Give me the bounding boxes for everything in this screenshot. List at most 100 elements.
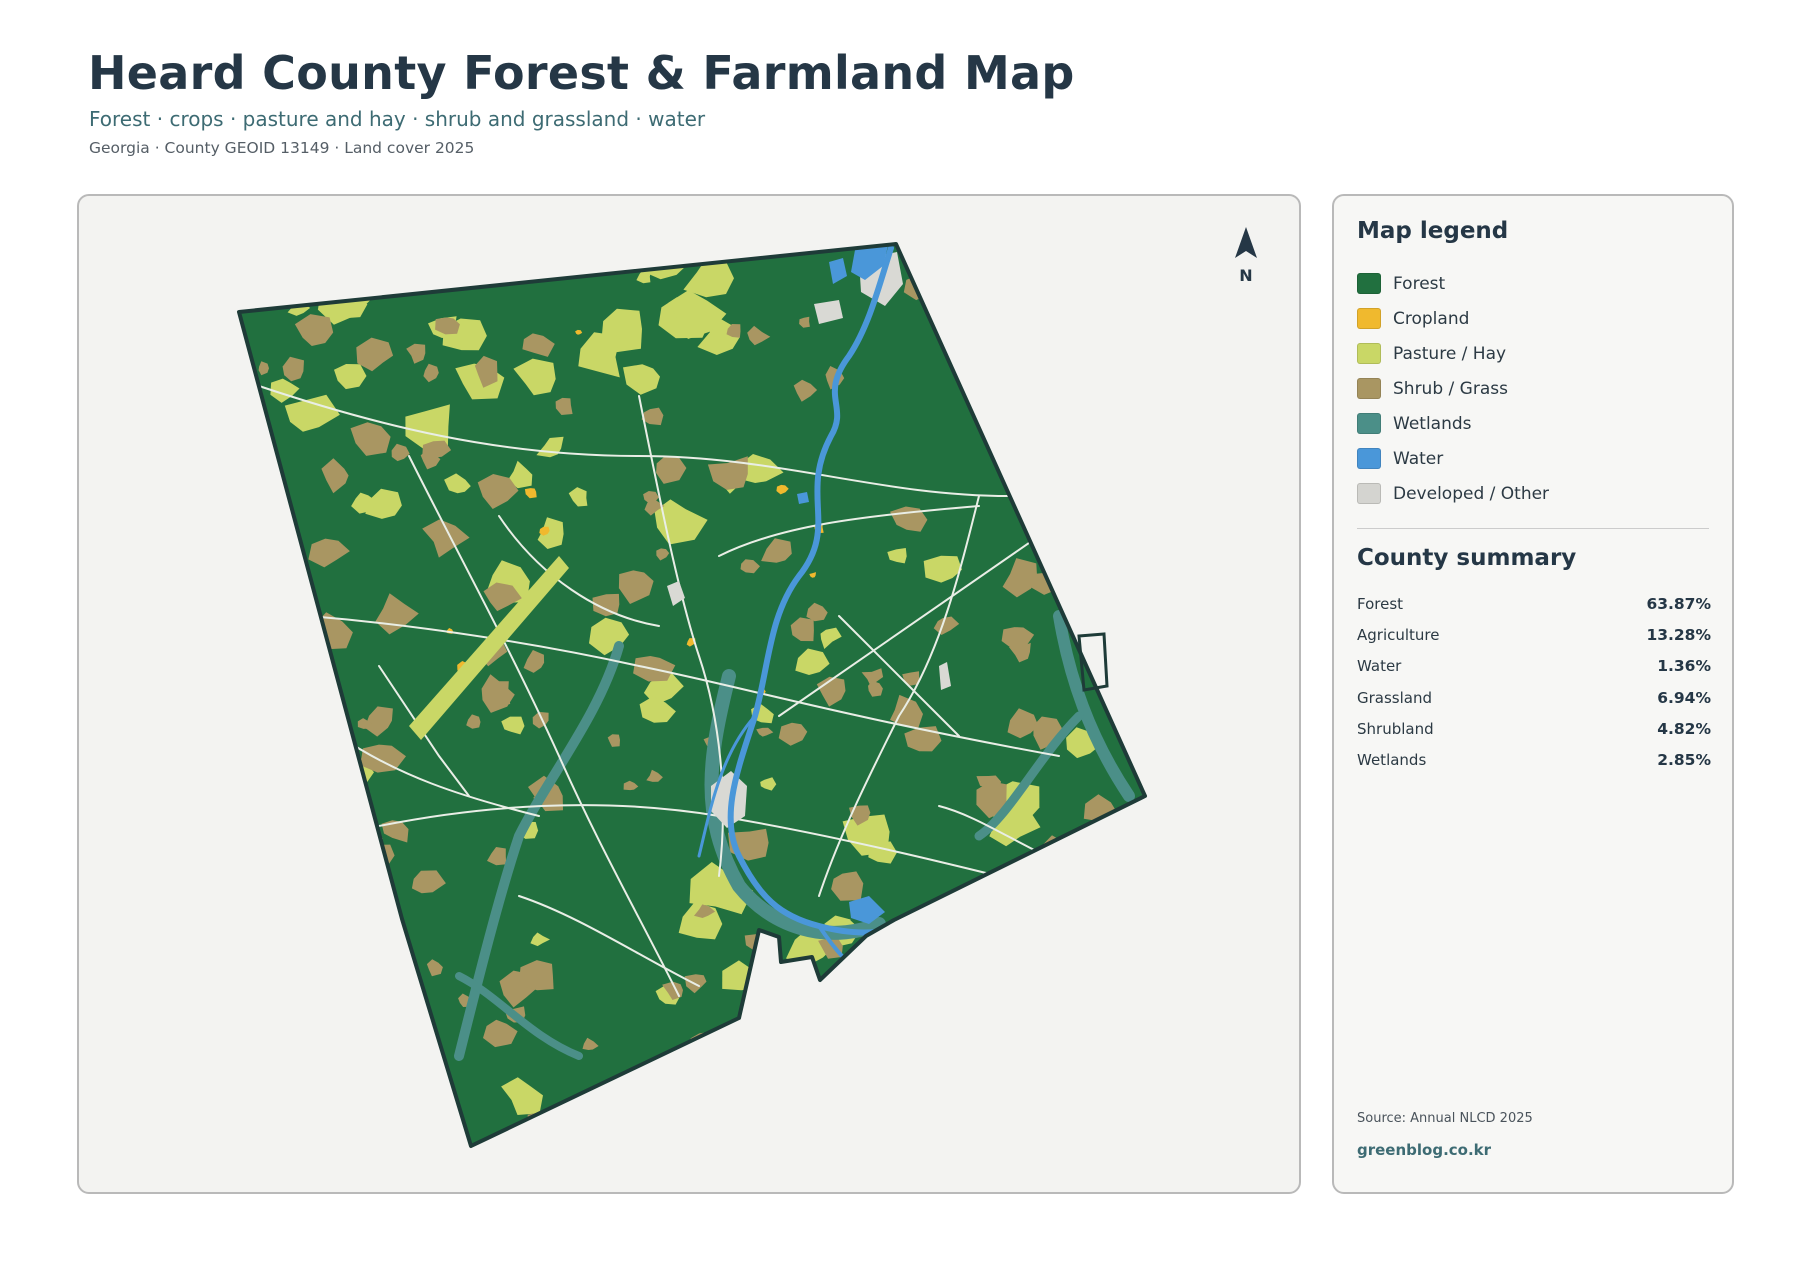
shrub-patch — [267, 556, 291, 572]
shrub-patch — [263, 748, 302, 781]
summary-list: Forest 63.87% Agriculture 13.28% Water 1.36% G… — [1357, 588, 1711, 776]
pasture-patch — [680, 1084, 719, 1118]
shrub-patch — [385, 1012, 413, 1039]
legend-item: Pasture / Hay — [1357, 336, 1549, 371]
shrub-patch — [1090, 277, 1122, 304]
legend-item: Developed / Other — [1357, 476, 1549, 511]
shrub-patch — [774, 1030, 811, 1063]
shrub-patch — [248, 1046, 287, 1080]
legend-item: Shrub / Grass — [1357, 371, 1549, 406]
summary-label: Wetlands — [1357, 751, 1427, 770]
legend-item: Cropland — [1357, 301, 1549, 336]
credit-link[interactable]: greenblog.co.kr — [1357, 1141, 1491, 1159]
summary-row: Wetlands 2.85% — [1357, 744, 1711, 775]
pasture-patch — [1061, 502, 1093, 533]
legend-swatch — [1357, 378, 1381, 399]
pasture-patch — [257, 1080, 305, 1114]
county-map[interactable] — [79, 196, 1301, 1194]
legend-swatch — [1357, 448, 1381, 469]
legend-label: Developed / Other — [1393, 483, 1550, 504]
legend-swatch — [1357, 343, 1381, 364]
summary-row: Grassland 6.94% — [1357, 682, 1711, 713]
summary-label: Grassland — [1357, 688, 1432, 707]
legend-list: Forest Cropland Pasture / Hay Shrub / Grass… — [1357, 266, 1549, 511]
legend-item: Forest — [1357, 266, 1549, 301]
land-cover-layer — [239, 244, 1145, 1146]
shrub-patch — [739, 1078, 769, 1105]
shrub-patch — [304, 825, 356, 862]
pasture-patch — [1093, 395, 1145, 445]
legend-swatch — [1357, 308, 1381, 329]
shrub-patch — [390, 989, 425, 1014]
shrub-patch — [819, 1055, 835, 1069]
pasture-patch — [691, 1115, 725, 1146]
legend-label: Forest — [1393, 273, 1446, 294]
shrub-patch — [261, 578, 286, 607]
shrub-patch — [386, 1001, 420, 1034]
legend-label: Cropland — [1393, 308, 1470, 329]
legend-item: Water — [1357, 441, 1549, 476]
shrub-patch — [827, 1050, 870, 1084]
pasture-patch — [248, 619, 298, 662]
divider — [1357, 528, 1709, 529]
summary-title: County summary — [1357, 545, 1577, 571]
pasture-patch — [266, 571, 302, 598]
summary-value: 4.82% — [1657, 719, 1711, 738]
shrub-patch — [1011, 894, 1036, 917]
shrub-patch — [1093, 554, 1109, 578]
shrub-patch — [908, 997, 943, 1027]
summary-label: Forest — [1357, 594, 1404, 613]
shrub-patch — [255, 949, 293, 985]
shrub-patch — [1086, 545, 1097, 559]
summary-row: Agriculture 13.28% — [1357, 619, 1711, 650]
page-title: Heard County Forest & Farmland Map — [88, 46, 1075, 100]
shrub-patch — [984, 873, 1023, 903]
legend-item: Wetlands — [1357, 406, 1549, 441]
pasture-patch — [954, 903, 976, 925]
legend-swatch — [1357, 483, 1381, 504]
north-arrow: N — [1226, 224, 1266, 285]
shrub-patch — [265, 770, 284, 788]
shrub-patch — [1105, 318, 1130, 343]
shrub-patch — [1051, 874, 1078, 897]
pasture-patch — [858, 1108, 898, 1146]
shrub-patch — [290, 816, 327, 857]
summary-label: Water — [1357, 657, 1402, 676]
summary-value: 63.87% — [1646, 594, 1711, 613]
shrub-patch — [1001, 994, 1033, 1022]
summary-label: Shrubland — [1357, 719, 1434, 738]
map-panel[interactable] — [77, 194, 1301, 1194]
legend-title: Map legend — [1357, 218, 1509, 244]
legend-label: Shrub / Grass — [1393, 378, 1508, 399]
shrub-patch — [772, 1069, 791, 1087]
shrub-patch — [388, 969, 408, 988]
summary-value: 1.36% — [1657, 657, 1711, 676]
shrub-patch — [1057, 851, 1092, 883]
shrub-patch — [963, 990, 995, 1015]
shrub-patch — [332, 784, 346, 800]
shrub-patch — [1004, 884, 1021, 896]
shrub-patch — [1079, 414, 1099, 431]
summary-value: 2.85% — [1657, 751, 1711, 770]
summary-row: Forest 63.87% — [1357, 588, 1711, 619]
summary-label: Agriculture — [1357, 625, 1440, 644]
summary-row: Shrubland 4.82% — [1357, 713, 1711, 744]
pasture-patch — [1095, 823, 1128, 862]
legend-label: Wetlands — [1393, 413, 1472, 434]
legend-label: Water — [1393, 448, 1444, 469]
shrub-patch — [1088, 939, 1106, 954]
shrub-patch — [788, 1127, 802, 1138]
pasture-patch — [595, 1087, 639, 1132]
legend-swatch — [1357, 273, 1381, 294]
pond — [797, 492, 809, 504]
shrub-patch — [372, 902, 385, 914]
legend-swatch — [1357, 413, 1381, 434]
page-meta: Georgia · County GEOID 13149 · Land cove… — [89, 139, 475, 157]
shrub-patch — [996, 961, 1022, 978]
shrub-patch — [931, 989, 977, 1034]
pasture-patch — [359, 861, 386, 890]
page-subtitle: Forest · crops · pasture and hay · shrub… — [89, 107, 706, 131]
source-note: Source: Annual NLCD 2025 — [1357, 1111, 1533, 1126]
shrub-patch — [791, 1072, 833, 1100]
pasture-patch — [1049, 529, 1090, 573]
